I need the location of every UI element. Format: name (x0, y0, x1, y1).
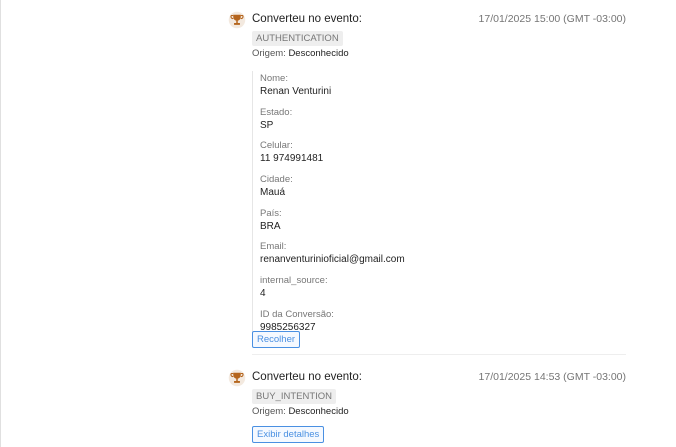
detail-field: Nome: Renan Venturini (253, 71, 483, 105)
event-tag: BUY_INTENTION (252, 389, 337, 404)
field-value: renanventurinioficial@gmail.com (260, 254, 405, 266)
event-origin: Origem: Desconhecido (252, 406, 349, 417)
field-value: 11 974991481 (260, 153, 324, 165)
field-value: SP (260, 119, 274, 131)
timeline-event: Converteu no evento: 17/01/2025 14:53 (G… (228, 369, 626, 445)
field-value: 4 (260, 288, 266, 300)
event-timestamp: 17/01/2025 15:00 (GMT -03:00) (478, 13, 626, 25)
field-label: Nome: (260, 73, 288, 84)
field-label: Email: (260, 241, 287, 253)
event-header: Converteu no evento: 17/01/2025 15:00 (G… (228, 11, 626, 31)
detail-field: País: BRA (253, 206, 483, 240)
field-label: Estado: (260, 106, 293, 118)
detail-field: Estado: SP (253, 105, 483, 139)
event-header: Converteu no evento: 17/01/2025 14:53 (G… (228, 369, 626, 389)
timeline-event: Converteu no evento: 17/01/2025 15:00 (G… (228, 11, 626, 351)
timeline-rule (0, 0, 1, 447)
event-origin: Origem: Desconhecido (252, 48, 349, 59)
detail-field: Cidade: Mauá (253, 172, 483, 206)
event-tag: AUTHENTICATION (252, 31, 343, 46)
event-timestamp: 17/01/2025 14:53 (GMT -03:00) (478, 371, 626, 383)
collapse-button[interactable]: Recolher (252, 331, 301, 348)
detail-field: internal_source: 4 (253, 273, 483, 307)
origin-value: Desconhecido (288, 48, 349, 59)
field-label: internal_source: (260, 275, 328, 287)
field-value: Mauá (260, 187, 286, 199)
field-value: Renan Venturini (260, 86, 332, 97)
trophy-icon (228, 11, 246, 29)
field-label: Cidade: (260, 174, 293, 186)
field-label: ID da Conversão: (260, 308, 334, 320)
event-title: Converteu no evento: (252, 13, 362, 25)
origin-value: Desconhecido (288, 406, 349, 417)
trophy-icon (228, 369, 246, 387)
detail-field: Celular: 11 974991481 (253, 138, 483, 172)
event-divider (252, 354, 626, 355)
origin-label: Origem: (252, 406, 286, 417)
event-title: Converteu no evento: (252, 371, 362, 383)
origin-label: Origem: (252, 48, 286, 59)
show-details-button[interactable]: Exibir detalhes (252, 426, 325, 443)
field-label: Celular: (260, 140, 293, 152)
field-label: País: (260, 207, 282, 219)
event-details: Nome: Renan Venturini Estado: SP Celular… (252, 71, 483, 341)
field-value: BRA (260, 220, 281, 232)
detail-field: Email: renanventurinioficial@gmail.com (253, 239, 483, 273)
